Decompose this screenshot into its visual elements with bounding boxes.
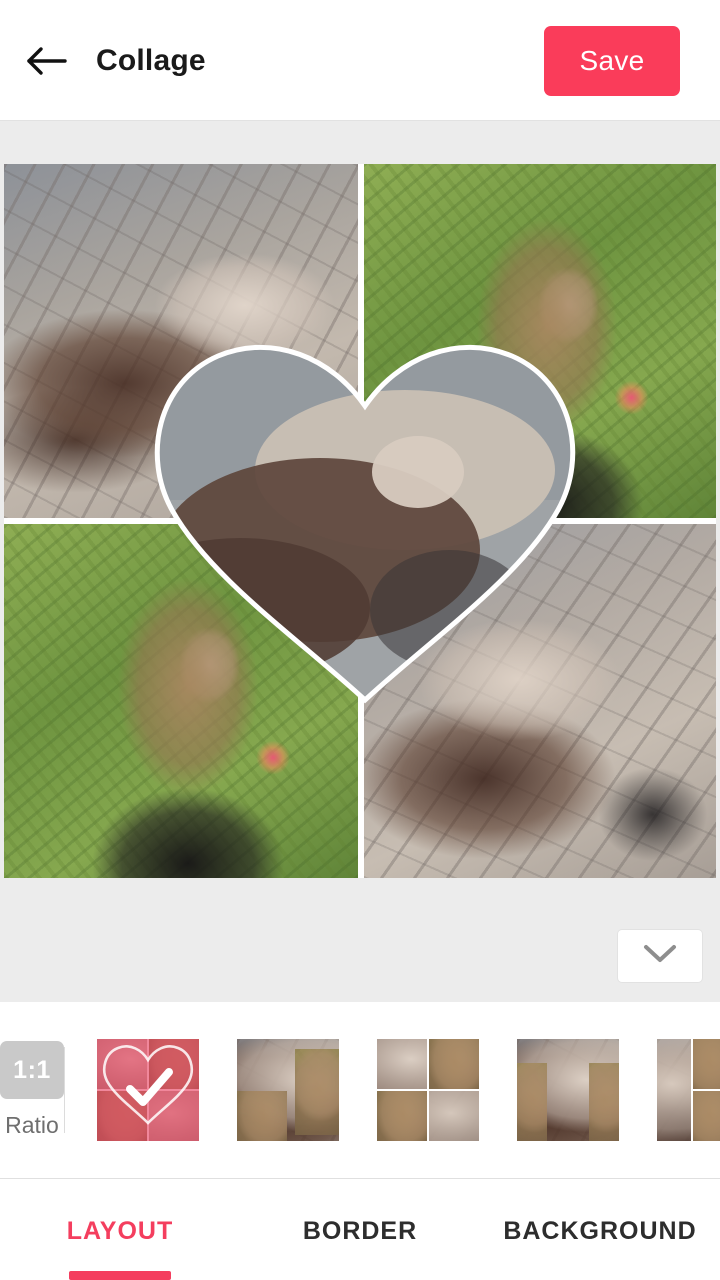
collage-cell-top-right[interactable] — [364, 164, 716, 518]
app-header: Collage Save — [0, 0, 720, 121]
ratio-label: Ratio — [5, 1112, 59, 1138]
photo-girl-with-flowers-in-garden — [4, 524, 358, 878]
collage-preview[interactable] — [4, 164, 716, 878]
arrow-left-icon — [24, 43, 68, 79]
layout-options-strip[interactable]: 1:1 Ratio — [0, 1002, 720, 1178]
ratio-button[interactable]: 1:1 Ratio — [0, 1041, 64, 1139]
layout-thumbnail-col-grid[interactable] — [657, 1039, 720, 1141]
ratio-value: 1:1 — [0, 1041, 64, 1099]
layout-thumbnail-x-circle[interactable] — [237, 1039, 339, 1141]
collage-canvas-area — [0, 121, 720, 1002]
tab-layout-label: LAYOUT — [66, 1217, 174, 1245]
expand-panel-button[interactable] — [618, 930, 702, 982]
page-title: Collage — [96, 43, 206, 77]
photo-girl-on-railway-tracks — [364, 524, 716, 878]
save-button[interactable]: Save — [544, 26, 680, 96]
chevron-down-icon — [643, 944, 677, 969]
photo-girl-on-railway-tracks — [4, 164, 358, 518]
collage-editor-screen: Collage Save 1:1 Ratio LAYOUT BORDER BAC… — [0, 0, 720, 1280]
tab-background-label: BACKGROUND — [503, 1217, 697, 1245]
layout-thumbnail-grid-heart[interactable] — [97, 1039, 199, 1141]
tab-layout[interactable]: LAYOUT — [0, 1179, 240, 1280]
layout-thumbnail-x-square[interactable] — [517, 1039, 619, 1141]
selected-check-overlay — [103, 1045, 193, 1125]
bottom-tabbar: LAYOUT BORDER BACKGROUND — [0, 1179, 720, 1280]
tab-border[interactable]: BORDER — [240, 1179, 480, 1280]
photo-girl-with-flowers-in-garden — [364, 164, 716, 518]
collage-divider-horizontal[interactable] — [4, 518, 716, 524]
tab-border-label: BORDER — [302, 1217, 418, 1245]
back-button[interactable] — [0, 0, 92, 121]
collage-cell-top-left[interactable] — [4, 164, 358, 518]
layout-thumbnail-grid-circle[interactable] — [377, 1039, 479, 1141]
tab-active-indicator — [69, 1271, 171, 1280]
collage-cell-bottom-left[interactable] — [4, 524, 358, 878]
layout-thumbnail-list[interactable] — [65, 1039, 720, 1141]
collage-cell-bottom-right[interactable] — [364, 524, 716, 878]
tab-background[interactable]: BACKGROUND — [480, 1179, 720, 1280]
